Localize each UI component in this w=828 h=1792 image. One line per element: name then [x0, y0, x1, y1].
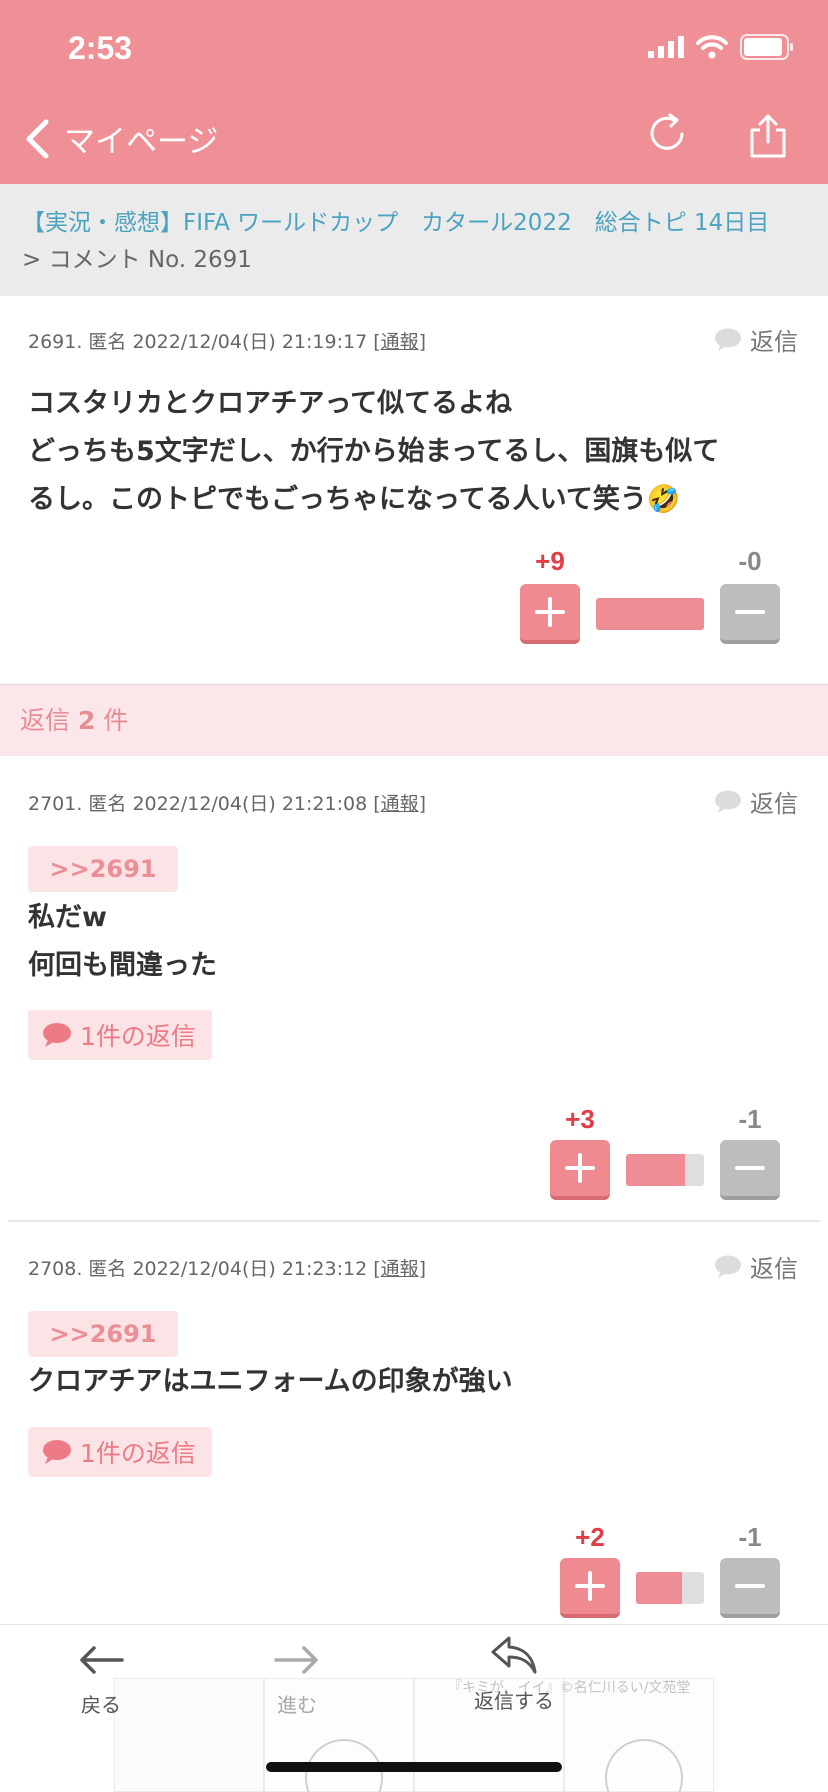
minus-count: -1	[738, 1104, 762, 1134]
breadcrumb: 【実況・感想】FIFA ワールドカップ カタール2022 総合トピ 14日目 >…	[0, 184, 828, 296]
reply-count-label: 1件の返信	[80, 1439, 196, 1468]
anchor-link[interactable]: >>2691	[28, 846, 178, 892]
comment-line: どっちも5文字だし、か行から始まってるし、国旗も似て	[28, 436, 720, 467]
refresh-icon[interactable]	[648, 112, 688, 154]
reply-button-label: 返信	[750, 790, 798, 818]
signal-icon	[648, 36, 684, 58]
minus-vote-button[interactable]	[720, 1558, 780, 1618]
replies-count: 2	[77, 706, 96, 735]
toolbar-forward[interactable]: 進む	[272, 1640, 322, 1718]
plus-count: +9	[535, 546, 565, 576]
meta-bracket: ]	[418, 331, 427, 353]
app-header: 2:53 マイページ	[0, 0, 828, 184]
plus-icon	[535, 597, 565, 627]
reply-meta-text: 2701. 匿名 2022/12/04(日) 21:21:08 [	[28, 793, 381, 815]
reply-body: クロアチアはユニフォームの印象が強い	[28, 1358, 513, 1406]
comment-line: コスタリカとクロアチアって似てるよね	[28, 388, 513, 419]
plus-icon	[565, 1153, 595, 1183]
comment-line: るし。このトピでもごっちゃになってる人いて笑う🤣	[28, 484, 681, 515]
reply-meta-text: 2708. 匿名 2022/12/04(日) 21:23:12 [	[28, 1258, 381, 1280]
minus-icon	[735, 1584, 765, 1588]
toolbar-back[interactable]: 戻る	[76, 1640, 126, 1718]
plus-vote-button[interactable]	[520, 584, 580, 644]
toolbar-forward-label: 進む	[277, 1693, 317, 1717]
reply-line: 私だw	[28, 902, 107, 933]
replies-header-suffix: 件	[95, 706, 129, 735]
vote-ratio-bar	[636, 1572, 704, 1604]
speech-bubble-icon	[715, 1255, 741, 1278]
anchor-link[interactable]: >>2691	[28, 1311, 178, 1357]
back-label: マイページ	[64, 124, 219, 160]
replies-header-label: 返信	[20, 706, 78, 735]
toolbar-reply[interactable]: 返信する	[474, 1634, 554, 1714]
breadcrumb-comment: > コメント No. 2691	[22, 247, 252, 273]
breadcrumb-topic-link[interactable]: 【実況・感想】FIFA ワールドカップ カタール2022 総合トピ 14日目	[22, 204, 806, 242]
reply-button[interactable]: 返信	[714, 1249, 798, 1284]
vote-ratio-bar	[596, 598, 704, 630]
plus-icon	[575, 1571, 605, 1601]
reply-button-label: 返信	[750, 1255, 798, 1283]
minus-vote-button[interactable]	[720, 1140, 780, 1200]
reply-meta: 2708. 匿名 2022/12/04(日) 21:23:12 [通報]	[28, 1254, 426, 1281]
comment-meta: 2691. 匿名 2022/12/04(日) 21:19:17 [通報]	[28, 327, 426, 354]
minus-icon	[735, 610, 765, 614]
reply-count-button[interactable]: 1件の返信	[28, 1010, 212, 1060]
reply-line: 何回も間違った	[28, 950, 217, 981]
reply-body: 私だw 何回も間違った	[28, 894, 217, 990]
minus-count: -0	[738, 546, 762, 576]
comment-meta-text: 2691. 匿名 2022/12/04(日) 21:19:17 [	[28, 331, 381, 353]
back-to-mypage[interactable]: マイページ	[24, 116, 218, 161]
battery-icon	[740, 34, 793, 60]
chevron-left-icon	[26, 119, 49, 158]
reply-count-button[interactable]: 1件の返信	[28, 1427, 212, 1477]
speech-bubble-icon	[43, 1023, 71, 1047]
comment-body: コスタリカとクロアチアって似てるよね どっちも5文字だし、か行から始まってるし、…	[28, 380, 808, 524]
replies-header: 返信 2 件	[0, 684, 828, 756]
reply-arrow-icon	[491, 1636, 537, 1674]
arrow-left-icon	[80, 1646, 124, 1674]
reply-count-label: 1件の返信	[80, 1022, 196, 1051]
vote-ratio-fill	[596, 598, 704, 630]
share-icon[interactable]	[748, 114, 788, 158]
reply-button[interactable]: 返信	[714, 322, 798, 357]
home-indicator	[266, 1762, 562, 1772]
vote-ratio-fill	[636, 1572, 682, 1604]
vote-ratio-bar	[626, 1154, 704, 1186]
plus-count: +2	[575, 1522, 605, 1552]
minus-vote-button[interactable]	[720, 584, 780, 644]
report-link[interactable]: 通報	[381, 793, 419, 815]
reply-button-label: 返信	[750, 328, 798, 356]
reply-meta: 2701. 匿名 2022/12/04(日) 21:21:08 [通報]	[28, 789, 426, 816]
toolbar-reply-label: 返信する	[474, 1689, 554, 1713]
plus-count: +3	[565, 1104, 595, 1134]
status-icons	[648, 34, 794, 60]
wifi-icon	[696, 35, 728, 59]
plus-vote-button[interactable]	[560, 1558, 620, 1618]
toolbar-back-label: 戻る	[81, 1693, 121, 1717]
reply-button[interactable]: 返信	[714, 784, 798, 819]
speech-bubble-icon	[43, 1440, 71, 1464]
vote-ratio-fill	[626, 1154, 685, 1186]
minus-icon	[735, 1166, 765, 1170]
report-link[interactable]: 通報	[381, 1258, 419, 1280]
meta-bracket: ]	[418, 1258, 427, 1280]
arrow-right-icon	[274, 1646, 318, 1674]
reply-divider	[8, 1220, 820, 1222]
plus-vote-button[interactable]	[550, 1140, 610, 1200]
report-link[interactable]: 通報	[381, 331, 419, 353]
speech-bubble-icon	[715, 790, 741, 813]
status-time: 2:53	[68, 30, 133, 66]
minus-count: -1	[738, 1522, 762, 1552]
manga-ad-banner[interactable]: 『キミが、イイ』©名仁川るい/文苑堂	[114, 1678, 714, 1792]
reply-line: クロアチアはユニフォームの印象が強い	[28, 1366, 513, 1397]
meta-bracket: ]	[418, 793, 427, 815]
speech-bubble-icon	[715, 328, 741, 351]
